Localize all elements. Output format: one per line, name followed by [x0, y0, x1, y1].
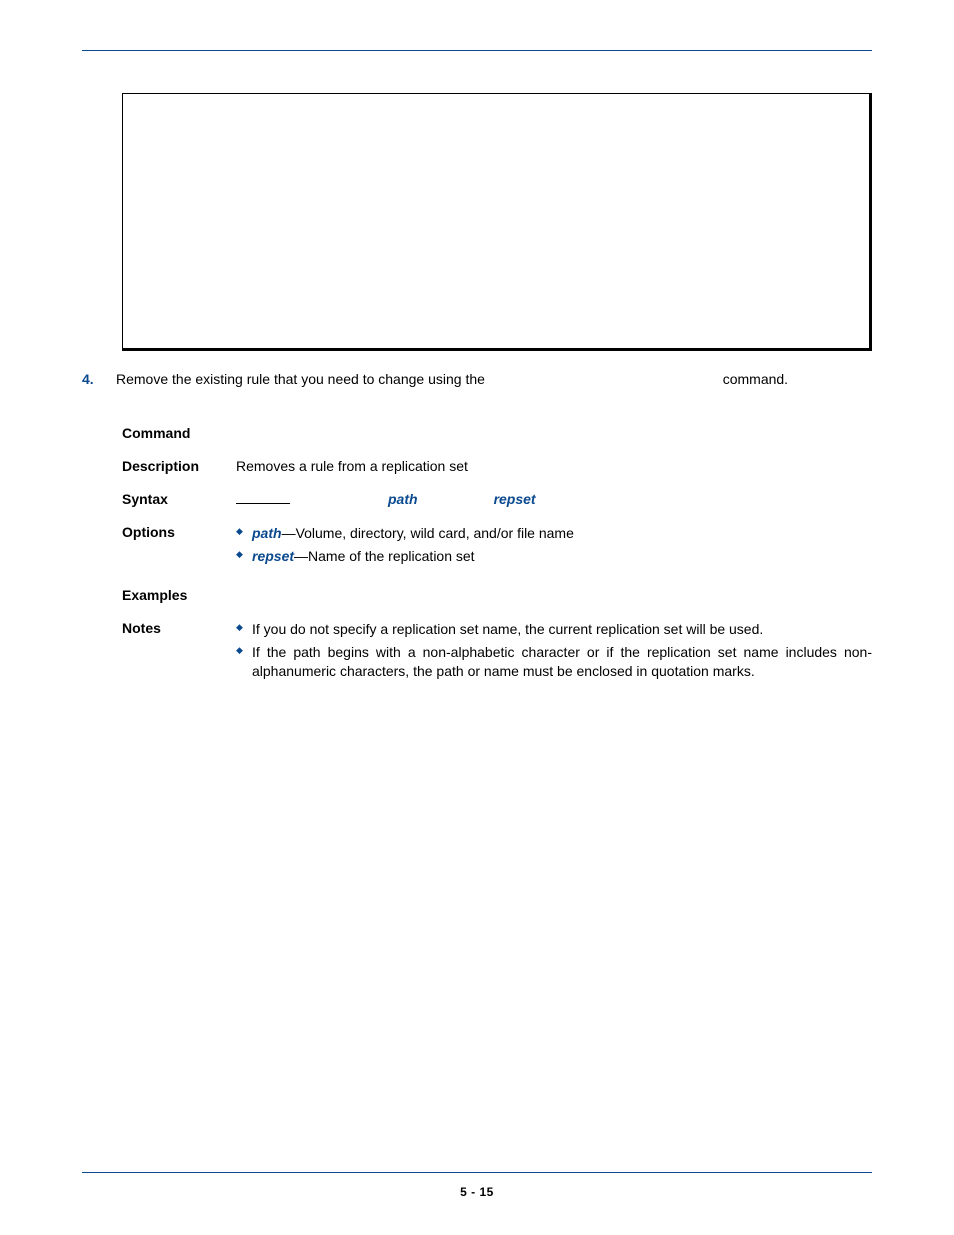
page-number: 5 - 15 — [460, 1185, 494, 1199]
label-examples: Examples — [122, 587, 236, 603]
option-arg: repset — [252, 548, 294, 564]
label-description: Description — [122, 458, 236, 474]
label-options: Options — [122, 524, 236, 540]
step-text: Remove the existing rule that you need t… — [116, 371, 872, 389]
option-repset: repset—Name of the replication set — [236, 547, 872, 566]
note-1: If you do not specify a replication set … — [236, 620, 872, 639]
note-2: If the path begins with a non-alphabetic… — [236, 643, 872, 681]
syntax-prefix — [236, 503, 290, 504]
option-path: path—Volume, directory, wild card, and/o… — [236, 524, 872, 543]
footer-rule — [82, 1172, 872, 1173]
label-syntax: Syntax — [122, 491, 236, 507]
row-command: Command — [122, 425, 872, 441]
row-notes: Notes If you do not specify a replicatio… — [122, 620, 872, 685]
header-rule — [82, 50, 872, 51]
figure-placeholder — [122, 93, 872, 351]
row-examples: Examples — [122, 587, 872, 603]
options-list: path—Volume, directory, wild card, and/o… — [236, 524, 872, 570]
step-4: 4. Remove the existing rule that you nee… — [82, 371, 872, 389]
row-description: Description Removes a rule from a replic… — [122, 458, 872, 474]
notes-list: If you do not specify a replication set … — [236, 620, 872, 685]
syntax-arg-repset: repset — [494, 491, 536, 507]
option-desc: —Volume, directory, wild card, and/or fi… — [282, 525, 574, 541]
page-footer: 5 - 15 — [0, 1172, 954, 1199]
row-options: Options path—Volume, directory, wild car… — [122, 524, 872, 570]
option-desc: —Name of the replication set — [294, 548, 475, 564]
step-number: 4. — [82, 371, 116, 387]
command-block: Command Description Removes a rule from … — [122, 425, 872, 684]
syntax-line: path repset — [236, 491, 872, 507]
syntax-arg-path: path — [388, 491, 418, 507]
step-text-before: Remove the existing rule that you need t… — [116, 371, 489, 387]
label-command: Command — [122, 425, 236, 441]
description-text: Removes a rule from a replication set — [236, 458, 872, 474]
step-text-after: command. — [719, 371, 788, 387]
option-arg: path — [252, 525, 282, 541]
label-notes: Notes — [122, 620, 236, 636]
row-syntax: Syntax path repset — [122, 491, 872, 507]
